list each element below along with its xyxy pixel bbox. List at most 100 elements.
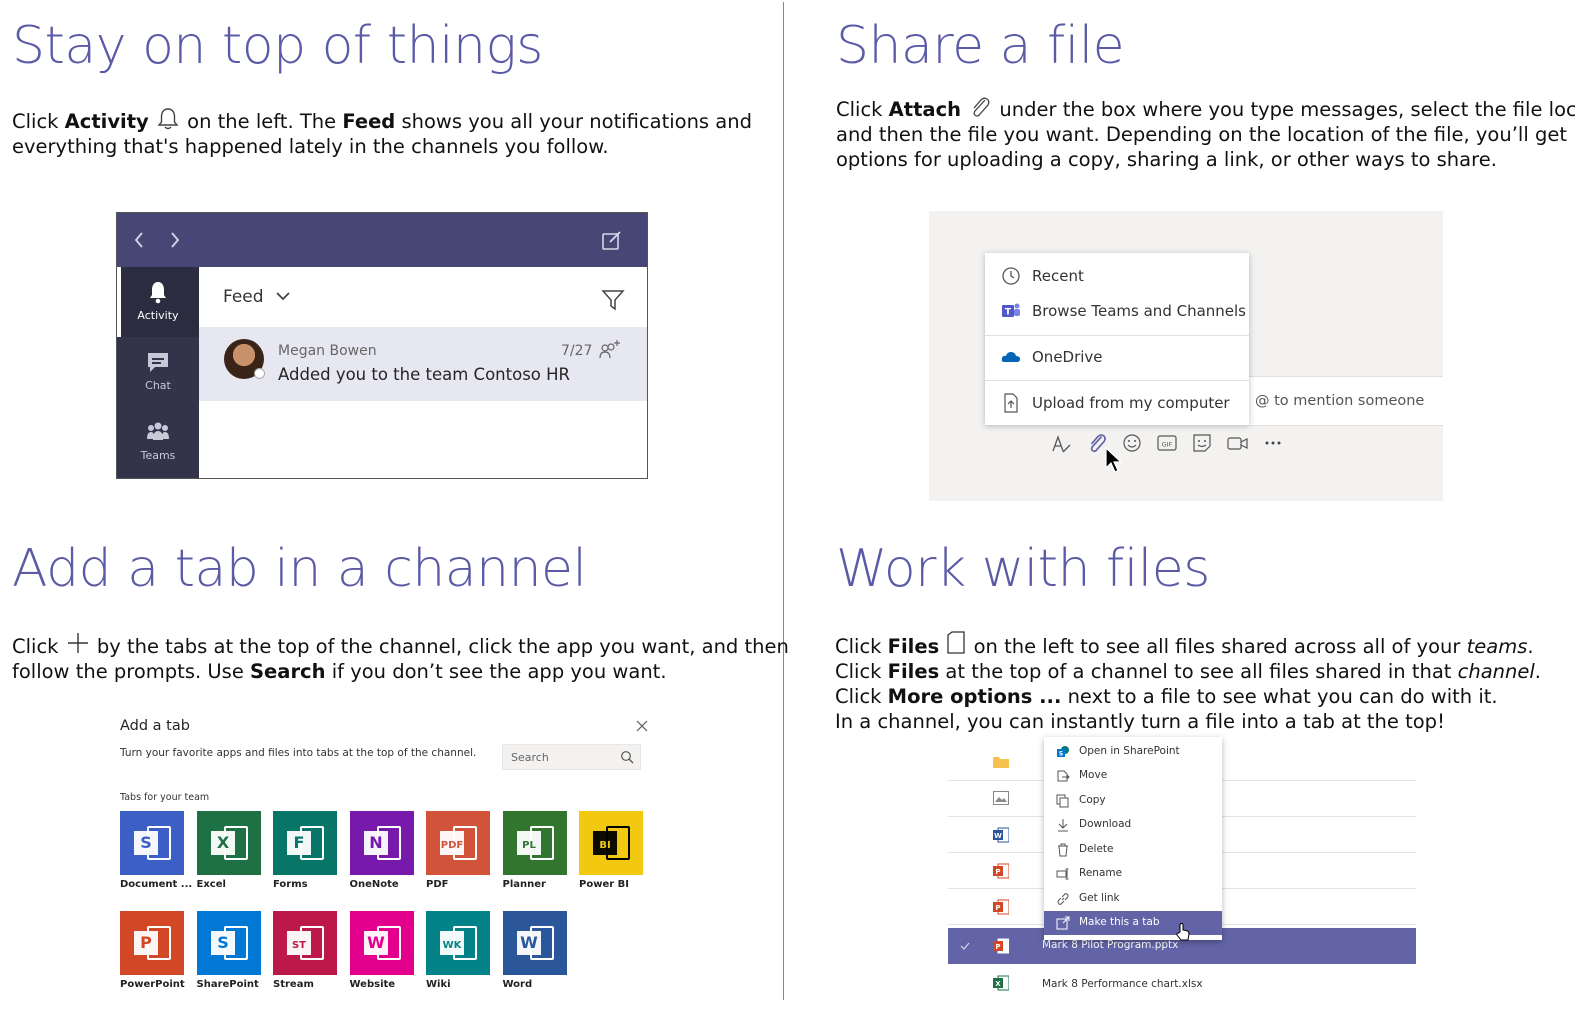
attach-menu: Recent T Browse Teams and Channels OneDr…	[985, 253, 1249, 425]
ctx-make-tab[interactable]: Make this a tab	[1044, 911, 1222, 935]
app-tile-power-bi[interactable]: BI	[579, 811, 643, 875]
rail-label: Teams	[140, 449, 176, 462]
files-context-menu-screenshot: W P P P Mark 8 Pilot Program.pptx X Mark…	[932, 737, 1416, 1002]
menu-item-onedrive[interactable]: OneDrive	[985, 347, 1249, 369]
ctx-delete[interactable]: Delete	[1044, 838, 1222, 862]
svg-text:T: T	[1005, 308, 1012, 318]
emoji-icon[interactable]	[1122, 433, 1142, 453]
download-icon	[1058, 819, 1068, 832]
app-tile-excel[interactable]: X	[196, 811, 261, 875]
ctx-move[interactable]: Move	[1044, 764, 1222, 788]
app-tile-label: Power BI	[579, 879, 629, 890]
dialog-title: Add a tab	[120, 718, 190, 734]
feed-label: Feed	[223, 287, 264, 307]
app-icon: PDF	[440, 826, 477, 860]
checkmark-icon	[960, 942, 970, 950]
sharepoint-icon: S	[1057, 746, 1069, 758]
word-file-icon: W	[993, 827, 1009, 843]
app-icon: S	[210, 926, 248, 960]
svg-text:X: X	[995, 980, 1001, 988]
app-tile-word[interactable]: W	[502, 911, 567, 975]
app-tile-label: Stream	[273, 979, 314, 990]
app-icon: ST	[287, 926, 324, 960]
app-tile-onenote[interactable]: N	[349, 811, 414, 875]
text: and then the file you want. Depending on…	[836, 123, 1567, 146]
feed-dropdown[interactable]: Feed	[223, 287, 291, 307]
sender-name: Megan Bowen	[278, 343, 377, 359]
bold-feed: Feed	[342, 110, 396, 133]
app-icon: P	[134, 926, 171, 960]
ctx-label: Move	[1079, 769, 1108, 781]
app-tile-stream[interactable]: ST	[273, 911, 337, 975]
heading-work-with-files: Work with files	[836, 539, 1210, 599]
text: Click	[835, 635, 888, 658]
column-divider	[783, 2, 784, 1000]
search-input[interactable]: Search	[502, 744, 641, 770]
notification-date: 7/27	[561, 343, 593, 359]
bold-attach: Attach	[888, 98, 962, 121]
menu-item-recent[interactable]: Recent	[985, 266, 1249, 288]
app-tile-sharepoint[interactable]: S	[196, 911, 261, 975]
bell-icon	[150, 282, 166, 304]
powerpoint-file-icon: P	[993, 863, 1009, 879]
trash-icon	[1058, 843, 1068, 857]
file-name: Mark 8 Performance chart.xlsx	[1042, 978, 1203, 990]
meet-now-icon[interactable]	[1227, 433, 1249, 453]
format-icon[interactable]	[1050, 433, 1072, 455]
text: options for uploading a copy, sharing a …	[836, 148, 1497, 171]
ctx-download[interactable]: Download	[1044, 813, 1222, 837]
forward-arrow-icon[interactable]	[169, 231, 181, 249]
svg-text:GIF: GIF	[1162, 441, 1173, 449]
compose-box[interactable]: @ to mention someone	[1249, 376, 1443, 426]
text: In a channel, you can instantly turn a f…	[835, 710, 1445, 733]
upload-icon	[1004, 393, 1018, 413]
text: Click	[836, 98, 889, 121]
gif-icon[interactable]: GIF	[1157, 433, 1177, 453]
rail-activity[interactable]: Activity	[117, 267, 199, 337]
plus-icon	[67, 633, 88, 653]
text: under the box where you type messages, s…	[993, 98, 1575, 121]
text: .	[1527, 635, 1534, 658]
svg-text:BI: BI	[599, 840, 610, 851]
file-row[interactable]: X Mark 8 Performance chart.xlsx	[948, 965, 1416, 1001]
search-icon	[621, 751, 634, 764]
app-tile-label: OneNote	[349, 879, 399, 890]
app-tile-wiki[interactable]: WK	[426, 911, 490, 975]
ctx-rename[interactable]: Rename	[1044, 862, 1222, 886]
app-tile-label: SharePoint	[196, 979, 259, 990]
back-arrow-icon[interactable]	[133, 231, 145, 249]
svg-text:S: S	[1059, 751, 1063, 758]
ctx-get-link[interactable]: Get link	[1044, 887, 1222, 911]
menu-label: Upload from my computer	[1032, 394, 1230, 412]
menu-separator	[985, 380, 1249, 381]
rail-chat[interactable]: Chat	[117, 337, 199, 407]
compose-icon[interactable]	[601, 229, 623, 251]
app-tile-document[interactable]: S	[120, 811, 184, 875]
rail-teams[interactable]: Teams	[117, 407, 199, 477]
app-icon: X	[210, 826, 248, 860]
sticker-icon[interactable]	[1192, 433, 1212, 453]
app-tile-powerpoint[interactable]: P	[120, 911, 184, 975]
app-tile-label: Wiki	[426, 979, 451, 990]
app-tile-label: Planner	[502, 879, 546, 890]
close-icon[interactable]	[636, 720, 648, 732]
italic-teams: teams	[1466, 635, 1528, 658]
ctx-open-sharepoint[interactable]: S Open in SharePoint	[1044, 740, 1222, 764]
menu-item-browse-teams[interactable]: T Browse Teams and Channels	[985, 301, 1249, 323]
menu-item-upload[interactable]: Upload from my computer	[985, 393, 1249, 415]
app-tile-forms[interactable]: F	[273, 811, 337, 875]
svg-text:N: N	[369, 833, 382, 852]
app-tile-website[interactable]: W	[349, 911, 414, 975]
app-tile-planner[interactable]: PL	[502, 811, 567, 875]
filter-icon[interactable]	[601, 289, 625, 311]
paragraph-activity: Click Activity on the left. The Feed sho…	[12, 107, 772, 159]
bold-activity: Activity	[64, 110, 149, 133]
clock-icon	[1002, 267, 1020, 285]
chevron-down-icon	[276, 292, 290, 301]
ctx-copy[interactable]: Copy	[1044, 789, 1222, 813]
more-options-icon[interactable]	[1263, 434, 1283, 452]
app-tile-pdf[interactable]: PDF	[426, 811, 490, 875]
svg-text:PDF: PDF	[441, 840, 463, 851]
feed-notification[interactable]: Megan Bowen Added you to the team Contos…	[199, 327, 647, 401]
bold-search: Search	[250, 660, 326, 683]
